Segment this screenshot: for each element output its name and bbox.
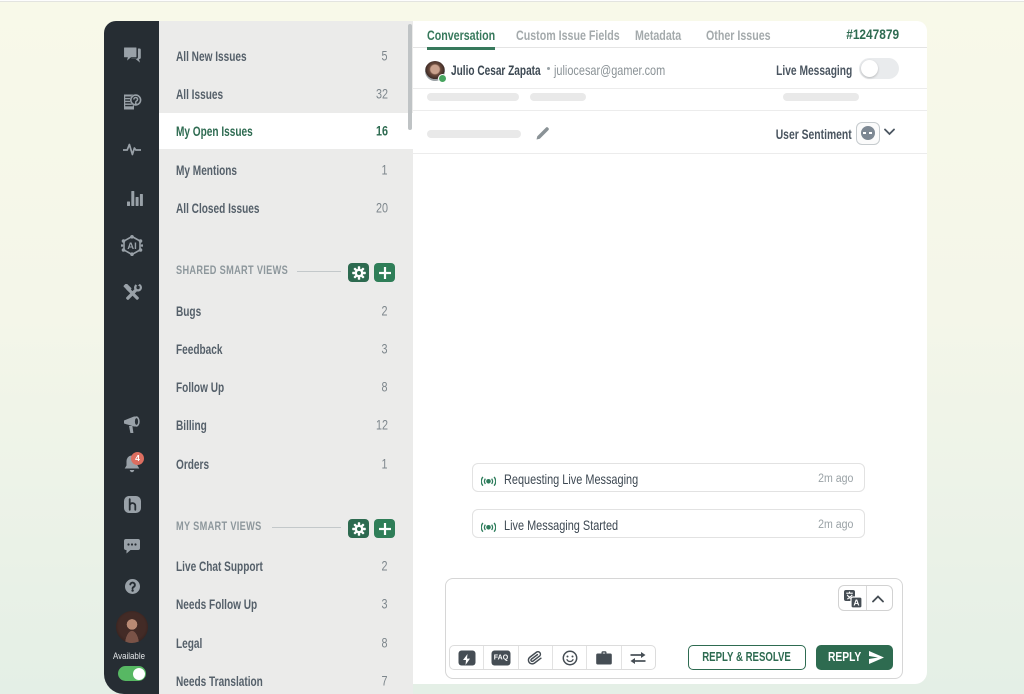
svg-text:AI: AI (127, 241, 137, 252)
svg-text:A: A (853, 598, 859, 608)
